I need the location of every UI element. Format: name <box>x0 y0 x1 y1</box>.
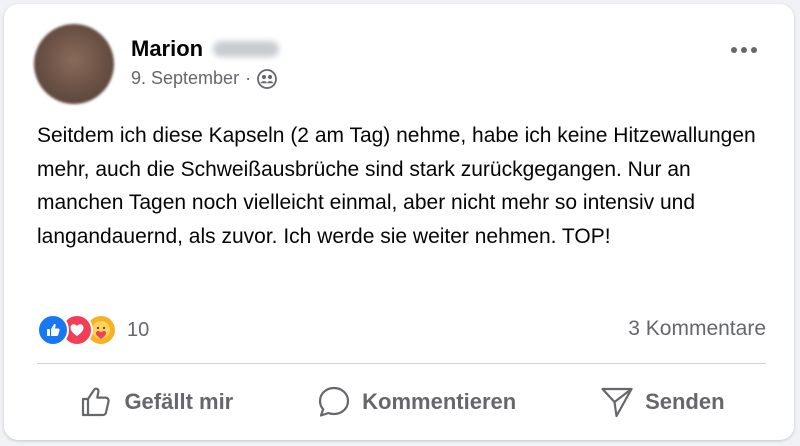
send-label: Senden <box>645 389 725 414</box>
send-button[interactable]: Senden <box>585 378 738 426</box>
send-icon <box>599 384 635 420</box>
author[interactable]: Marion <box>131 36 280 62</box>
divider <box>37 363 766 364</box>
post-card: Marion 9. September · Seitdem ich diese … <box>4 4 794 440</box>
post-meta: 9. September · <box>131 68 277 89</box>
post-text: Seitdem ich diese Kapseln (2 am Tag) neh… <box>37 124 756 248</box>
post-date[interactable]: 9. September <box>131 68 239 89</box>
meta-separator: · <box>245 68 252 88</box>
like-button[interactable]: Gefällt mir <box>64 378 247 426</box>
comments-count-link[interactable]: 3 Kommentare <box>628 317 766 341</box>
reactions-summary[interactable]: 10 <box>37 313 149 347</box>
friends-icon[interactable] <box>257 68 277 89</box>
like-reaction-icon <box>37 314 69 346</box>
action-bar: Gefällt mir Kommentieren Senden <box>37 374 766 430</box>
avatar[interactable] <box>34 24 114 104</box>
reaction-count: 10 <box>127 318 150 341</box>
comment-label: Kommentieren <box>362 389 517 414</box>
thumbs-up-icon <box>78 384 114 420</box>
comment-button[interactable]: Kommentieren <box>302 378 530 426</box>
blurred-surname <box>213 41 280 57</box>
like-label: Gefällt mir <box>124 389 234 414</box>
author-name[interactable]: Marion <box>131 36 203 62</box>
comment-bubble-icon <box>316 384 352 420</box>
more-dots-icon[interactable] <box>728 38 760 62</box>
